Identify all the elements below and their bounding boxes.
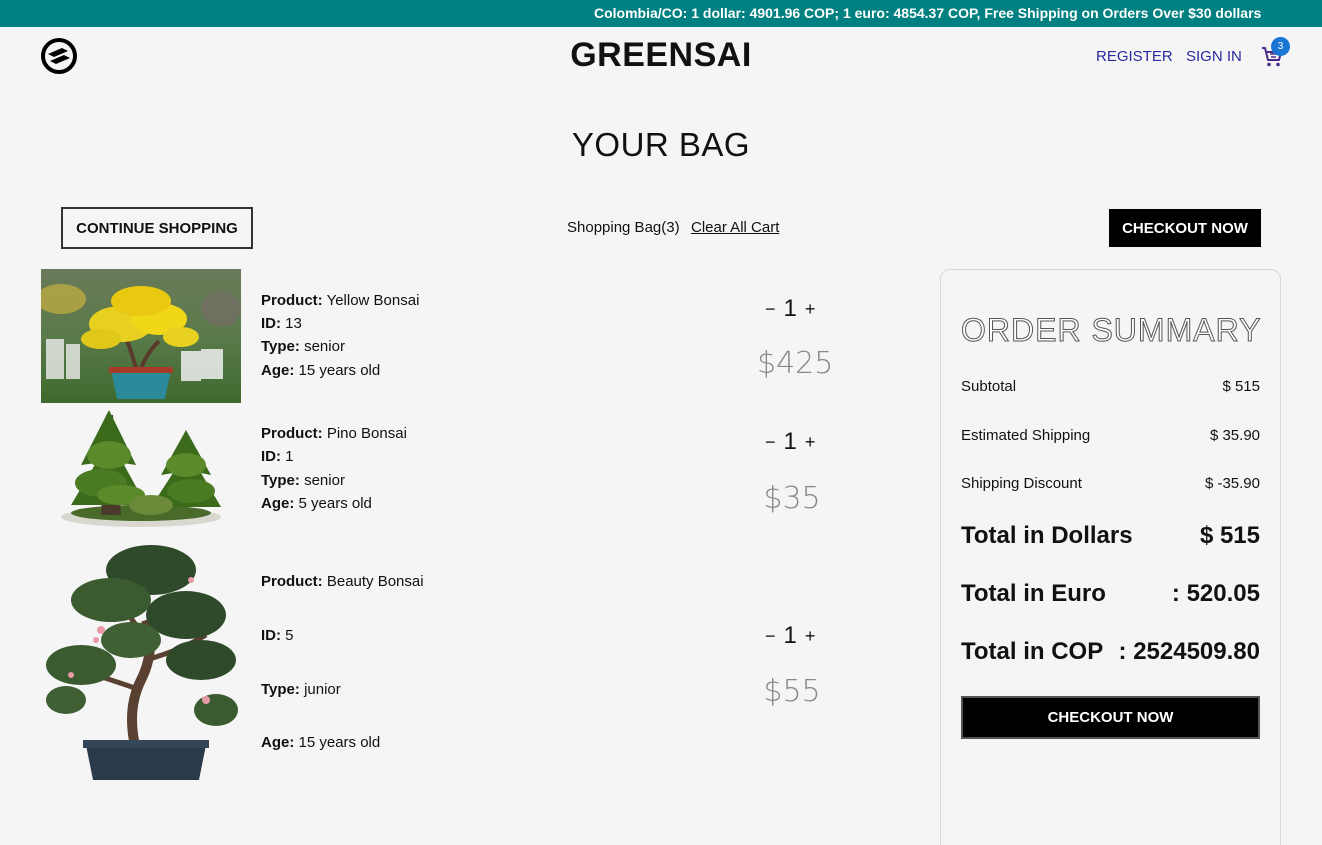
decrease-quantity-button[interactable]: − [765,299,776,320]
total-dollars-label: Total in Dollars [961,522,1133,549]
product-label: Product: [261,292,323,309]
sign-in-link[interactable]: SIGN IN [1186,48,1242,65]
product-name: Pino Bonsai [326,425,407,442]
decrease-quantity-button[interactable]: − [765,432,776,453]
total-cop-row: Total in COP : 2524509.80 [961,638,1260,666]
quantity-value: 1 [783,428,797,455]
product-image-beauty-bonsai [41,540,241,792]
product-price: $425 [757,346,834,381]
quantity-stepper-3: − 1 + [765,622,815,650]
order-summary-panel [940,269,1281,845]
subtotal-label: Subtotal [961,378,1017,395]
quantity-stepper-1: − 1 + [765,295,815,323]
product-age: 15 years old [298,734,381,751]
total-cop-value: : 2524509.80 [1118,638,1260,665]
total-euro-value: : 520.05 [1171,580,1260,607]
product-id: 1 [285,448,294,465]
total-dollars-value: $ 515 [1199,522,1260,549]
age-label: Age: [261,495,295,512]
total-dollars-row: Total in Dollars $ 515 [961,522,1260,550]
product-label: Product: [261,425,323,442]
product-price: $35 [763,481,821,516]
type-label: Type: [261,338,300,355]
id-label: ID: [261,315,281,332]
shopping-bag-count: Shopping Bag(3) [567,219,680,236]
quantity-value: 1 [783,295,797,322]
product-price: $55 [763,674,821,709]
increase-quantity-button[interactable]: + [805,626,816,647]
announcement-bar: Colombia/CO: 1 dollar: 4901.96 COP; 1 eu… [0,0,1322,27]
product-image-pino-bonsai [41,405,241,530]
increase-quantity-button[interactable]: + [805,299,816,320]
age-label: Age: [261,362,295,379]
product-id: 5 [285,627,294,644]
subtotal-value: $ 515 [1222,378,1260,395]
product-name: Yellow Bonsai [326,292,420,309]
product-type: senior [304,338,345,355]
discount-label: Shipping Discount [961,475,1082,492]
shipping-value: $ 35.90 [1209,427,1260,444]
id-label: ID: [261,448,281,465]
product-name: Beauty Bonsai [326,573,424,590]
product-age: 5 years old [298,495,372,512]
continue-shopping-button[interactable]: CONTINUE SHOPPING [61,207,253,249]
shipping-row: Estimated Shipping $ 35.90 [961,427,1260,444]
discount-row: Shipping Discount $ -35.90 [961,475,1260,492]
id-label: ID: [261,627,281,644]
order-summary-title: ORDER SUMMARY [960,312,1262,349]
total-euro-row: Total in Euro : 520.05 [961,580,1260,608]
product-label: Product: [261,573,323,590]
discount-value: $ -35.90 [1204,475,1260,492]
increase-quantity-button[interactable]: + [805,432,816,453]
subtotal-row: Subtotal $ 515 [961,378,1260,395]
register-link[interactable]: REGISTER [1096,48,1173,65]
checkout-now-button-bottom[interactable]: CHECKOUT NOW [961,696,1260,739]
announcement-text: Colombia/CO: 1 dollar: 4901.96 COP; 1 eu… [594,5,1262,21]
age-label: Age: [261,734,295,751]
product-type: senior [304,472,345,489]
total-euro-label: Total in Euro [961,580,1106,607]
product-type: junior [304,681,341,698]
page-title: YOUR BAG [571,126,751,163]
product-image-yellow-bonsai [36,269,241,403]
quantity-stepper-2: − 1 + [765,428,815,456]
type-label: Type: [261,681,300,698]
total-cop-label: Total in COP [961,638,1104,665]
shipping-label: Estimated Shipping [961,427,1091,444]
product-age: 15 years old [298,362,381,379]
quantity-value: 1 [783,622,797,649]
checkout-now-button-top[interactable]: CHECKOUT NOW [1109,209,1261,247]
product-id: 13 [285,315,302,332]
decrease-quantity-button[interactable]: − [765,626,776,647]
cart-count-badge: 3 [1271,37,1290,56]
clear-all-cart-link[interactable]: Clear All Cart [691,219,779,236]
type-label: Type: [261,472,300,489]
